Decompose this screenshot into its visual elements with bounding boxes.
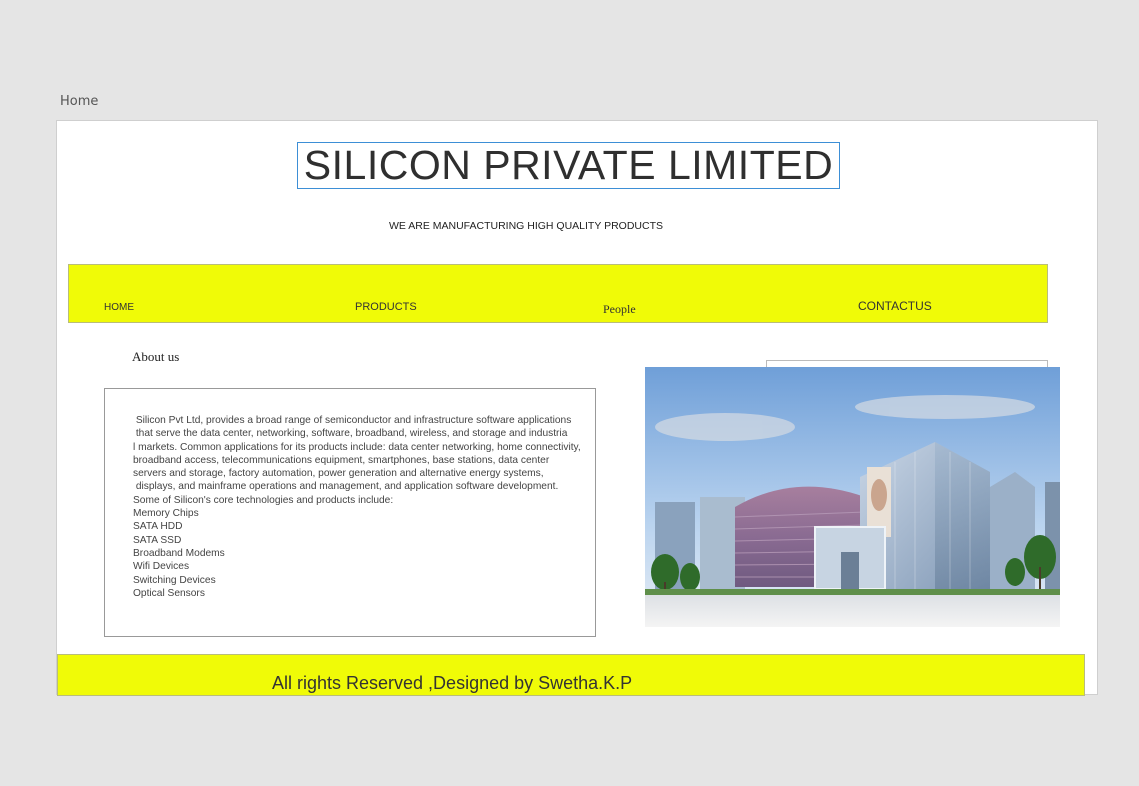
title-box[interactable]: SILICON PRIVATE LIMITED <box>297 142 840 189</box>
footer-text: All rights Reserved ,Designed by Swetha.… <box>272 673 633 693</box>
page-subtitle: WE ARE MANUFACTURING HIGH QUALITY PRODUC… <box>389 220 663 232</box>
nav-products-link[interactable]: PRODUCTS <box>355 301 417 313</box>
footer-bar: All rights Reserved ,Designed by Swetha.… <box>57 654 1085 696</box>
building-image <box>645 367 1060 627</box>
nav-bar: HOME PRODUCTS People CONTACTUS <box>68 264 1048 323</box>
page-canvas: SILICON PRIVATE LIMITED WE ARE MANUFACTU… <box>56 120 1098 696</box>
tab-home[interactable]: Home <box>60 94 98 109</box>
about-text: Silicon Pvt Ltd, provides a broad range … <box>133 415 581 599</box>
page-title: SILICON PRIVATE LIMITED <box>303 142 834 188</box>
about-box: Silicon Pvt Ltd, provides a broad range … <box>104 388 596 637</box>
about-heading: About us <box>132 349 180 364</box>
nav-contact-link[interactable]: CONTACTUS <box>858 299 932 313</box>
nav-home-link[interactable]: HOME <box>104 302 134 313</box>
nav-people-link[interactable]: People <box>603 302 636 317</box>
